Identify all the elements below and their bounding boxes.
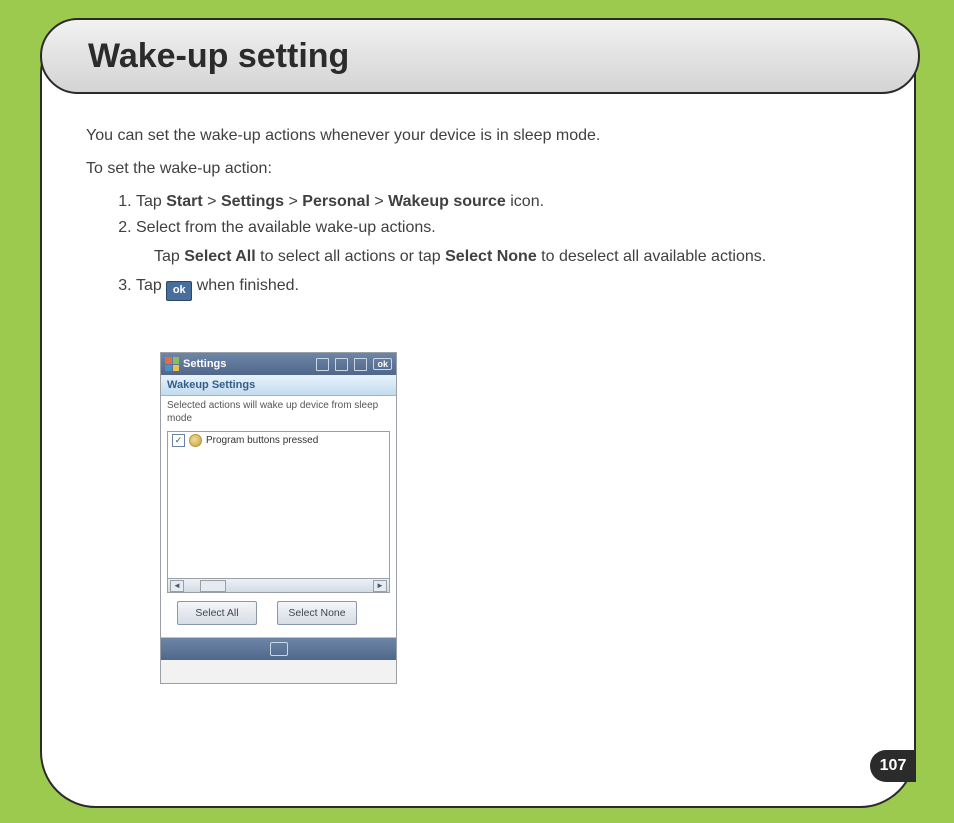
select-all-button[interactable]: Select All [177,601,257,625]
step-1: Tap Start > Settings > Personal > Wakeup… [136,190,870,215]
device-titlebar: Settings ok [161,353,396,375]
device-subtitle-bar: Wakeup Settings [161,375,396,396]
step-2-sub-b: to select all actions or tap [256,248,445,265]
list-item-label: Program buttons pressed [206,435,318,446]
ok-icon: ok [166,281,192,301]
intro-line-1: You can set the wake-up actions whenever… [86,124,870,149]
step-2-sub-c: to deselect all available actions. [537,248,766,265]
device-body: Selected actions will wake up device fro… [161,396,396,638]
step-2-sub-a: Tap [154,248,184,265]
list-item[interactable]: ✓ Program buttons pressed [168,432,389,449]
step-1-settings: Settings [221,193,284,210]
connectivity-icon [316,358,329,371]
keyboard-icon[interactable] [270,642,288,656]
step-2-select-all: Select All [184,248,255,265]
select-none-button[interactable]: Select None [277,601,357,625]
scroll-thumb[interactable] [200,580,226,592]
step-1-gt3: > [370,193,388,210]
device-description: Selected actions will wake up device fro… [167,400,390,425]
step-1-text-a: Tap [136,193,166,210]
step-3-text-a: Tap [136,277,166,294]
manual-page-panel: Wake-up setting You can set the wake-up … [40,18,916,808]
step-3-text-b: when finished. [197,277,299,294]
device-screenshot: Settings ok Wakeup Settings Selected act… [160,352,397,684]
step-2-subtext: Tap Select All to select all actions or … [136,245,870,270]
device-button-row: Select All Select None [167,593,390,633]
page-content: You can set the wake-up actions whenever… [86,124,870,303]
volume-icon [354,358,367,371]
intro-line-2: To set the wake-up action: [86,157,870,182]
step-1-start: Start [166,193,202,210]
step-1-wakeup: Wakeup source [388,193,506,210]
scroll-right-arrow-icon[interactable]: ► [373,580,387,592]
page-title: Wake-up setting [88,37,349,76]
horizontal-scrollbar[interactable]: ◄ ► [168,578,389,592]
signal-icon [335,358,348,371]
page-number: 107 [880,757,907,775]
wakeup-actions-list: ✓ Program buttons pressed ◄ ► [167,431,390,593]
step-1-personal: Personal [302,193,370,210]
step-1-gt1: > [203,193,221,210]
step-3: Tap ok when finished. [136,274,870,301]
step-2-select-none: Select None [445,248,537,265]
device-subtitle-text: Wakeup Settings [167,379,255,391]
titlebar-ok-button[interactable]: ok [373,358,392,370]
page-title-band: Wake-up setting [40,18,920,94]
checkbox-icon[interactable]: ✓ [172,434,185,447]
device-titlebar-left: Settings [165,357,226,371]
device-title-text: Settings [183,358,226,370]
device-titlebar-right: ok [316,358,392,371]
start-flag-icon [165,357,179,371]
step-2-text: Select from the available wake-up action… [136,219,436,236]
steps-list: Tap Start > Settings > Personal > Wakeup… [86,190,870,301]
scroll-left-arrow-icon[interactable]: ◄ [170,580,184,592]
step-1-gt2: > [284,193,302,210]
program-button-icon [189,434,202,447]
step-2: Select from the available wake-up action… [136,216,870,270]
step-1-text-b: icon. [506,193,544,210]
page-number-badge: 107 [870,750,916,782]
device-bottom-bar [161,638,396,660]
